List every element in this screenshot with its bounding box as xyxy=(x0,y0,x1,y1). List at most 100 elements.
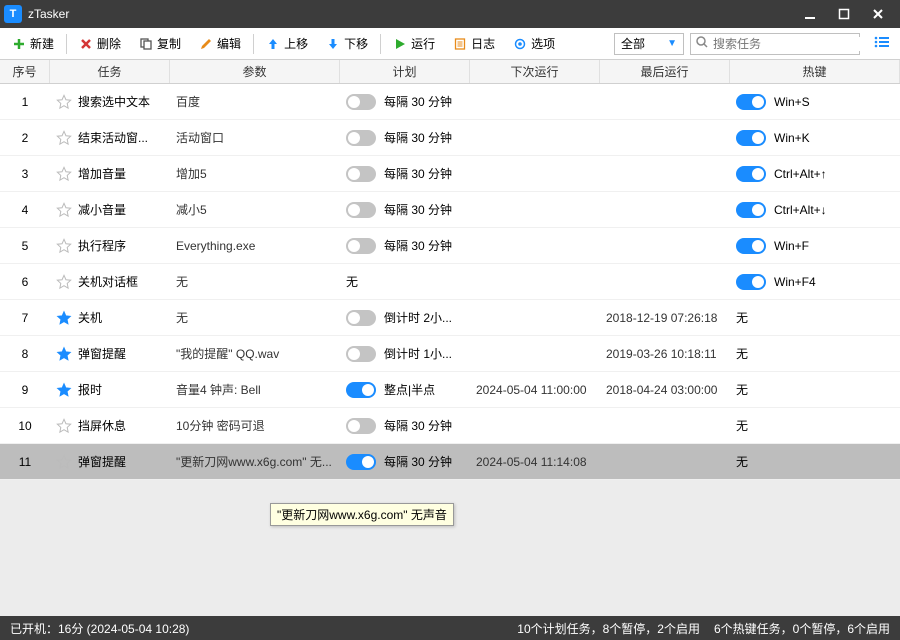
edit-button[interactable]: 编辑 xyxy=(191,32,249,55)
search-icon xyxy=(695,35,709,52)
star-icon[interactable] xyxy=(56,238,72,254)
star-icon[interactable] xyxy=(56,346,72,362)
toggle-switch[interactable] xyxy=(346,454,376,470)
star-icon[interactable] xyxy=(56,274,72,290)
delete-button[interactable]: 删除 xyxy=(71,32,129,55)
toggle-switch[interactable] xyxy=(736,94,766,110)
plan-text: 每隔 30 分钟 xyxy=(384,237,452,254)
star-icon[interactable] xyxy=(56,418,72,434)
star-icon[interactable] xyxy=(56,202,72,218)
hotkey-text: Win+F xyxy=(774,239,809,253)
toggle-switch[interactable] xyxy=(736,166,766,182)
cell-index: 8 xyxy=(0,336,50,371)
toggle-switch[interactable] xyxy=(346,166,376,182)
th-plan[interactable]: 计划 xyxy=(340,60,470,83)
th-next[interactable]: 下次运行 xyxy=(470,60,600,83)
cell-index: 2 xyxy=(0,120,50,155)
down-label: 下移 xyxy=(344,35,368,52)
cell-plan: 无 xyxy=(340,264,470,299)
table-row[interactable]: 11弹窗提醒"更新刀网www.x6g.com" 无...每隔 30 分钟2024… xyxy=(0,444,900,480)
cell-param: "更新刀网www.x6g.com" 无... xyxy=(170,444,340,479)
plan-text: 每隔 30 分钟 xyxy=(384,417,452,434)
toggle-switch[interactable] xyxy=(346,382,376,398)
table-row[interactable]: 7关机无倒计时 2小...2018-12-19 07:26:18无 xyxy=(0,300,900,336)
new-button[interactable]: 新建 xyxy=(4,32,62,55)
toggle-switch[interactable] xyxy=(346,94,376,110)
move-up-button[interactable]: 上移 xyxy=(258,32,316,55)
table-row[interactable]: 10挡屏休息10分钟 密码可退每隔 30 分钟无 xyxy=(0,408,900,444)
star-icon[interactable] xyxy=(56,382,72,398)
table-row[interactable]: 6关机对话框无无Win+F4 xyxy=(0,264,900,300)
toggle-switch[interactable] xyxy=(736,274,766,290)
cell-next: 2024-05-04 11:14:08 xyxy=(470,444,600,479)
plan-text: 无 xyxy=(346,273,358,290)
status-hotkey-count: 6个热键任务，0个暂停，6个启用 xyxy=(714,620,890,637)
cell-param: 音量4 钟声: Bell xyxy=(170,372,340,407)
star-icon[interactable] xyxy=(56,454,72,470)
star-icon[interactable] xyxy=(56,94,72,110)
cell-hotkey: 无 xyxy=(730,300,900,335)
toggle-switch[interactable] xyxy=(346,310,376,326)
log-button[interactable]: 日志 xyxy=(445,32,503,55)
move-down-button[interactable]: 下移 xyxy=(318,32,376,55)
th-index[interactable]: 序号 xyxy=(0,60,50,83)
plan-text: 每隔 30 分钟 xyxy=(384,201,452,218)
list-view-button[interactable] xyxy=(868,32,896,55)
cell-plan: 每隔 30 分钟 xyxy=(340,444,470,479)
cell-last xyxy=(600,444,730,479)
cell-hotkey: 无 xyxy=(730,444,900,479)
toggle-switch[interactable] xyxy=(346,238,376,254)
toggle-switch[interactable] xyxy=(736,202,766,218)
star-icon[interactable] xyxy=(56,310,72,326)
plus-icon xyxy=(12,37,26,51)
filter-value: 全部 xyxy=(621,35,645,52)
x-icon xyxy=(79,37,93,51)
table-row[interactable]: 1搜索选中文本百度每隔 30 分钟Win+S xyxy=(0,84,900,120)
table-header: 序号 任务 参数 计划 下次运行 最后运行 热键 xyxy=(0,60,900,84)
run-label: 运行 xyxy=(411,35,435,52)
run-button[interactable]: 运行 xyxy=(385,32,443,55)
search-input[interactable] xyxy=(709,37,868,51)
toggle-switch[interactable] xyxy=(736,130,766,146)
cell-next xyxy=(470,264,600,299)
plan-text: 每隔 30 分钟 xyxy=(384,453,452,470)
toggle-switch[interactable] xyxy=(346,418,376,434)
maximize-button[interactable] xyxy=(836,6,852,22)
minimize-button[interactable] xyxy=(802,6,818,22)
task-name: 结束活动窗... xyxy=(78,129,148,146)
options-button[interactable]: 选项 xyxy=(505,32,563,55)
task-name: 减小音量 xyxy=(78,201,126,218)
th-param[interactable]: 参数 xyxy=(170,60,340,83)
table-row[interactable]: 9报时音量4 钟声: Bell整点|半点2024-05-04 11:00:002… xyxy=(0,372,900,408)
cell-plan: 每隔 30 分钟 xyxy=(340,228,470,263)
th-task[interactable]: 任务 xyxy=(50,60,170,83)
close-button[interactable] xyxy=(870,6,886,22)
toggle-switch[interactable] xyxy=(346,202,376,218)
cell-last xyxy=(600,408,730,443)
toggle-switch[interactable] xyxy=(736,238,766,254)
th-last[interactable]: 最后运行 xyxy=(600,60,730,83)
cell-last xyxy=(600,264,730,299)
table-row[interactable]: 4减小音量减小5每隔 30 分钟Ctrl+Alt+↓ xyxy=(0,192,900,228)
search-box[interactable] xyxy=(690,33,860,55)
separator xyxy=(66,34,67,54)
cell-plan: 每隔 30 分钟 xyxy=(340,408,470,443)
table-row[interactable]: 3增加音量增加5每隔 30 分钟Ctrl+Alt+↑ xyxy=(0,156,900,192)
status-plan-count: 10个计划任务，8个暂停，2个启用 xyxy=(517,620,700,637)
cell-task: 挡屏休息 xyxy=(50,408,170,443)
table-row[interactable]: 5执行程序Everything.exe每隔 30 分钟Win+F xyxy=(0,228,900,264)
plan-text: 整点|半点 xyxy=(384,381,435,398)
filter-select[interactable]: 全部 ▼ xyxy=(614,33,684,55)
plan-text: 每隔 30 分钟 xyxy=(384,165,452,182)
star-icon[interactable] xyxy=(56,166,72,182)
table-row[interactable]: 8弹窗提醒"我的提醒" QQ.wav倒计时 1小...2019-03-26 10… xyxy=(0,336,900,372)
cell-index: 11 xyxy=(0,444,50,479)
copy-button[interactable]: 复制 xyxy=(131,32,189,55)
toggle-switch[interactable] xyxy=(346,346,376,362)
table-row[interactable]: 2结束活动窗...活动窗口每隔 30 分钟Win+K xyxy=(0,120,900,156)
cell-task: 减小音量 xyxy=(50,192,170,227)
star-icon[interactable] xyxy=(56,130,72,146)
th-hotkey[interactable]: 热键 xyxy=(730,60,900,83)
toggle-switch[interactable] xyxy=(346,130,376,146)
cell-plan: 倒计时 1小... xyxy=(340,336,470,371)
